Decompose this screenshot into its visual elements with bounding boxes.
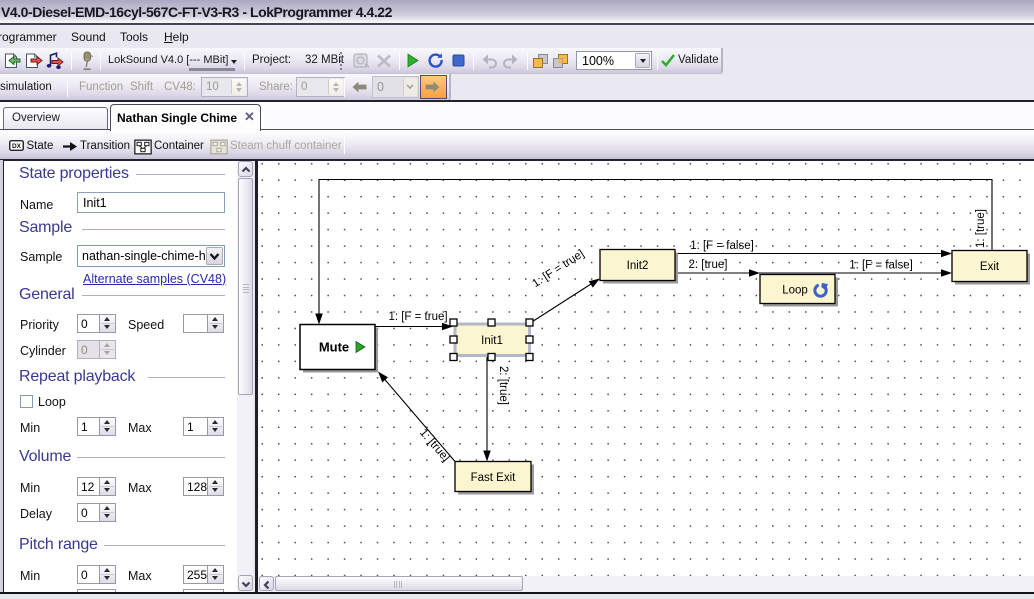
svg-text:Mute: Mute	[319, 339, 349, 354]
svg-text:DX: DX	[12, 143, 22, 150]
svg-text:Init1: Init1	[481, 335, 503, 347]
svg-text:1: [F = false]: 1: [F = false]	[849, 259, 913, 271]
svg-text:Exit: Exit	[980, 261, 1000, 273]
svg-text:1: [true]: 1: [true]	[975, 209, 987, 248]
svg-text:2: [true]: 2: [true]	[497, 366, 509, 405]
svg-text:Init2: Init2	[627, 260, 649, 272]
svg-text:Loop: Loop	[782, 284, 808, 296]
svg-text:Fast Exit: Fast Exit	[471, 472, 517, 484]
svg-text:1: [F = true]: 1: [F = true]	[388, 311, 447, 323]
svg-text:2: [true]: 2: [true]	[689, 259, 728, 271]
svg-text:1: [F = false]: 1: [F = false]	[690, 240, 754, 252]
